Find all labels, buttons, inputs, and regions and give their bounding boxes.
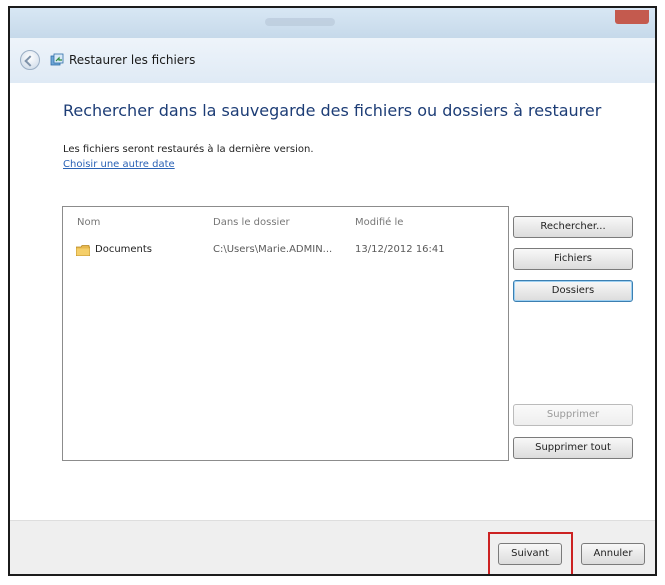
navigation-bar: Restaurer les fichiers (10, 38, 655, 83)
dialog-window: Restaurer les fichiers Rechercher dans l… (8, 6, 657, 576)
next-button[interactable]: Suivant (498, 543, 562, 565)
delete-button: Supprimer (513, 404, 633, 426)
nav-title: Restaurer les fichiers (69, 53, 196, 67)
info-text: Les fichiers seront restaurés à la derni… (63, 144, 314, 155)
choose-date-link[interactable]: Choisir une autre date (63, 159, 175, 170)
cancel-button[interactable]: Annuler (581, 543, 645, 565)
search-button[interactable]: Rechercher... (513, 216, 633, 238)
page-heading: Rechercher dans la sauvegarde des fichie… (63, 101, 602, 120)
back-arrow-icon[interactable] (20, 50, 40, 70)
column-header-folder[interactable]: Dans le dossier (213, 217, 290, 228)
files-button[interactable]: Fichiers (513, 248, 633, 270)
footer-bar: Suivant Annuler (10, 520, 655, 574)
column-header-modified[interactable]: Modifié le (355, 217, 403, 228)
list-item-name[interactable]: Documents (95, 244, 152, 255)
files-list[interactable]: Nom Dans le dossier Modifié le Documents… (62, 206, 509, 461)
window-title-blur (265, 18, 335, 26)
folder-icon (76, 245, 90, 256)
close-icon[interactable] (615, 10, 649, 24)
content-area: Rechercher dans la sauvegarde des fichie… (10, 83, 655, 520)
delete-all-button[interactable]: Supprimer tout (513, 437, 633, 459)
column-header-name[interactable]: Nom (77, 217, 100, 228)
list-item-folder: C:\Users\Marie.ADMIN... (213, 244, 333, 255)
list-item-modified: 13/12/2012 16:41 (355, 244, 445, 255)
title-bar (10, 8, 655, 38)
restore-files-icon (50, 53, 64, 66)
folders-button[interactable]: Dossiers (513, 280, 633, 302)
